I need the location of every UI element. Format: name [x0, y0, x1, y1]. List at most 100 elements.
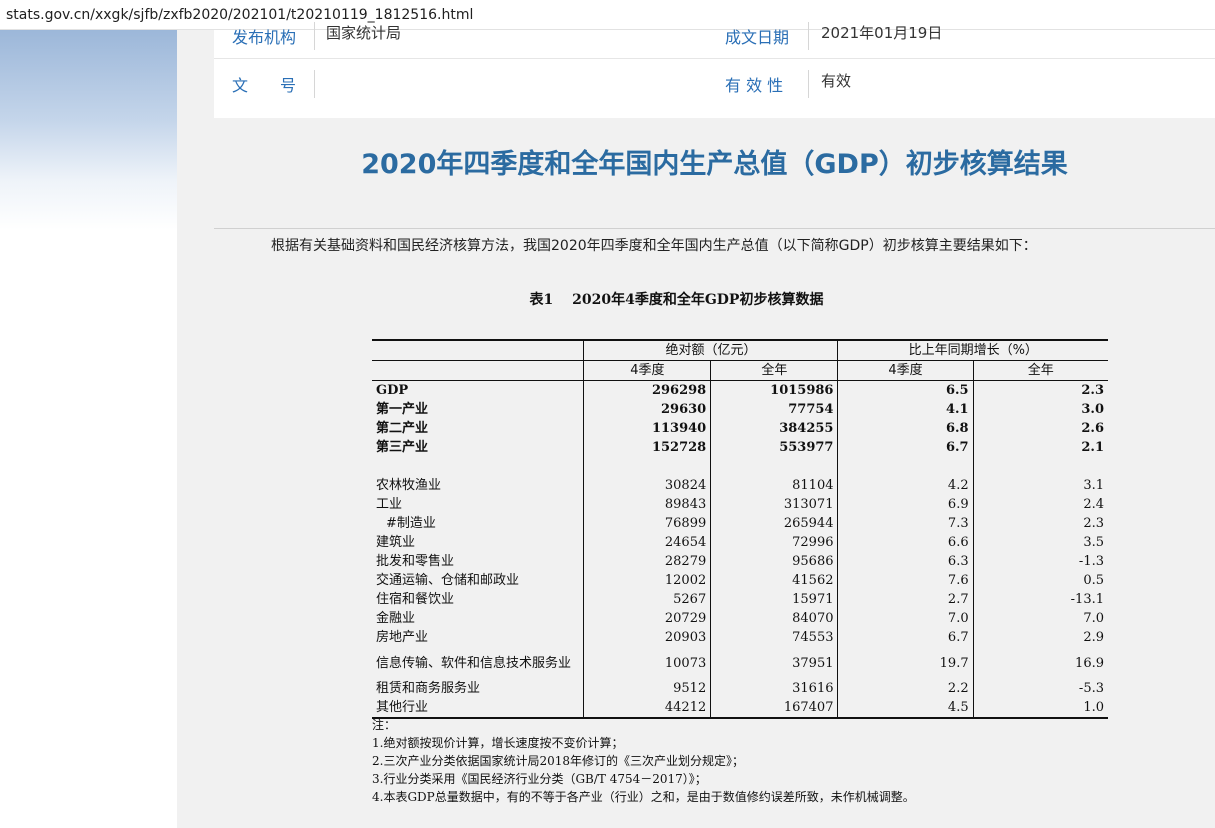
row-growth-q4: 6.9 — [837, 495, 974, 514]
table-row: 交通运输、仓储和邮政业 12002 41562 7.6 0.5 — [372, 571, 1108, 590]
date-value: 2021年01月19日 — [821, 24, 943, 42]
table-row: 工业 89843 313071 6.9 2.4 — [372, 495, 1108, 514]
spacer-cell — [837, 457, 974, 476]
row-growth-year: 3.1 — [1083, 478, 1104, 493]
document-meta-card: 发布机构 国家统计局 成文日期 2021年01月19日 文 号 有 效 性 有效 — [214, 22, 1215, 118]
row-growth-year: 2.3 — [1083, 516, 1104, 531]
row-growth-year: 2.4 — [1083, 497, 1104, 512]
row-label: 批发和零售业 — [372, 552, 585, 571]
row-abs-year: 41562 — [710, 571, 839, 590]
row-abs-q4: 113940 — [583, 419, 712, 438]
row-growth-year: 2.1 — [1081, 440, 1104, 455]
table-row: 金融业 20729 84070 7.0 7.0 — [372, 609, 1108, 628]
row-growth-q4: 7.3 — [837, 514, 974, 533]
row-growth-year: 3.5 — [1083, 535, 1104, 550]
row-abs-year: 1015986 — [710, 380, 839, 400]
table-row: GDP 296298 1015986 6.5 2.3 — [372, 380, 1108, 400]
subheader-abs-q4: 4季度 — [583, 360, 712, 381]
row-abs-q4: 10073 — [583, 647, 712, 679]
table-row: 住宿和餐饮业 5267 15971 2.7 -13.1 — [372, 590, 1108, 609]
spacer-cell — [583, 457, 712, 476]
row-abs-q4: 29630 — [583, 400, 712, 419]
validity-value: 有效 — [821, 72, 852, 90]
row-growth-q4: 4.5 — [837, 698, 974, 719]
row-growth-year: 2.9 — [1083, 630, 1104, 645]
row-growth-year: 16.9 — [1075, 655, 1104, 671]
meta-divider — [808, 22, 809, 50]
row-growth-q4: 19.7 — [837, 647, 974, 679]
row-abs-year: 384255 — [710, 419, 839, 438]
gdp-table: 绝对额（亿元） 比上年同期增长（%） 4季度 全年 4季度 全年 GDP 2962… — [372, 339, 1108, 719]
row-label: 金融业 — [372, 609, 585, 628]
row-growth-year: 3.0 — [1081, 402, 1104, 417]
row-growth-year: 7.0 — [1083, 611, 1104, 626]
notes-heading: 注： — [372, 718, 397, 732]
row-label: 工业 — [372, 495, 585, 514]
meta-divider — [808, 70, 809, 98]
row-growth-q4: 2.2 — [837, 679, 974, 698]
row-growth-q4: 6.5 — [837, 380, 974, 400]
table-row: 第一产业 29630 77754 4.1 3.0 — [372, 400, 1108, 419]
row-abs-year: 74553 — [710, 628, 839, 647]
row-growth-year: -1.3 — [1078, 554, 1104, 569]
spacer-cell — [372, 457, 585, 476]
header-absolute: 绝对额（亿元） — [583, 339, 839, 361]
table-row: 第二产业 113940 384255 6.8 2.6 — [372, 419, 1108, 438]
table-subheader-row: 4季度 全年 4季度 全年 — [372, 360, 1108, 381]
row-growth-q4: 6.6 — [837, 533, 974, 552]
table-row: 第三产业 152728 553977 6.7 2.1 — [372, 438, 1108, 457]
row-growth-q4: 7.6 — [837, 571, 974, 590]
publisher-label: 发布机构 — [232, 28, 297, 47]
row-abs-year: 167407 — [710, 698, 839, 719]
table-row: 其他行业 44212 167407 4.5 1.0 — [372, 698, 1108, 719]
publisher-value: 国家统计局 — [326, 24, 402, 42]
row-label: 信息传输、软件和信息技术服务业 — [372, 647, 585, 679]
row-abs-year: 72996 — [710, 533, 839, 552]
table-header-row: 绝对额（亿元） 比上年同期增长（%） — [372, 339, 1108, 361]
header-growth: 比上年同期增长（%） — [837, 339, 1108, 361]
row-abs-year: 313071 — [710, 495, 839, 514]
table-spacer-row — [372, 457, 1108, 476]
note-line: 3.行业分类采用《国民经济行业分类（GB/T 4754－2017）》； — [372, 772, 707, 786]
note-line: 1.绝对额按现价计算，增长速度按不变价计算； — [372, 736, 624, 750]
row-abs-year: 95686 — [710, 552, 839, 571]
article-intro: 根据有关基础资料和国民经济核算方法，我国2020年四季度和全年国内生产总值（以下… — [271, 238, 1037, 254]
row-growth-q4: 4.1 — [837, 400, 974, 419]
row-label: 第三产业 — [372, 438, 585, 457]
row-abs-year: 553977 — [710, 438, 839, 457]
row-label: 交通运输、仓储和邮政业 — [372, 571, 585, 590]
row-label: 房地产业 — [372, 628, 585, 647]
row-label: 第二产业 — [372, 419, 585, 438]
docno-label: 文 号 — [232, 76, 297, 95]
left-gradient-panel — [0, 30, 177, 828]
table-row: 信息传输、软件和信息技术服务业 10073 37951 19.7 16.9 — [372, 647, 1108, 679]
spacer-cell — [710, 457, 839, 476]
row-growth-q4: 2.7 — [837, 590, 974, 609]
row-abs-year: 31616 — [710, 679, 839, 698]
table-notes: 注： 1.绝对额按现价计算，增长速度按不变价计算； 2.三次产业分类依据国家统计局2… — [372, 716, 1132, 806]
article-content: 发布机构 国家统计局 成文日期 2021年01月19日 文 号 有 效 性 有效… — [177, 22, 1215, 828]
row-abs-q4: 30824 — [583, 476, 712, 495]
table-row: 建筑业 24654 72996 6.6 3.5 — [372, 533, 1108, 552]
row-growth-year: -13.1 — [1070, 592, 1104, 607]
table-title: 表1 2020年4季度和全年GDP初步核算数据 — [529, 292, 824, 308]
row-abs-year: 81104 — [710, 476, 839, 495]
row-growth-q4: 6.7 — [837, 628, 974, 647]
meta-row-docno: 文 号 有 效 性 有效 — [214, 62, 1215, 106]
row-abs-q4: 28279 — [583, 552, 712, 571]
row-abs-year: 37951 — [710, 647, 839, 679]
meta-divider — [314, 22, 315, 50]
row-growth-year: 1.0 — [973, 698, 1108, 719]
row-abs-year: 77754 — [710, 400, 839, 419]
row-growth-year: 0.5 — [1083, 573, 1104, 588]
spacer-cell — [973, 457, 1108, 476]
note-line: 4.本表GDP总量数据中，有的不等于各产业（行业）之和，是由于数值修约误差所致，… — [372, 790, 915, 804]
row-abs-q4: 296298 — [583, 380, 712, 400]
article-title: 2020年四季度和全年国内生产总值（GDP）初步核算结果 — [361, 149, 1068, 180]
row-growth-q4: 6.3 — [837, 552, 974, 571]
meta-row-publisher: 发布机构 国家统计局 成文日期 2021年01月19日 — [214, 14, 1215, 59]
row-growth-q4: 4.2 — [837, 476, 974, 495]
row-growth-year: -5.3 — [1078, 681, 1104, 696]
row-label: 第一产业 — [372, 400, 585, 419]
row-abs-year: 15971 — [710, 590, 839, 609]
